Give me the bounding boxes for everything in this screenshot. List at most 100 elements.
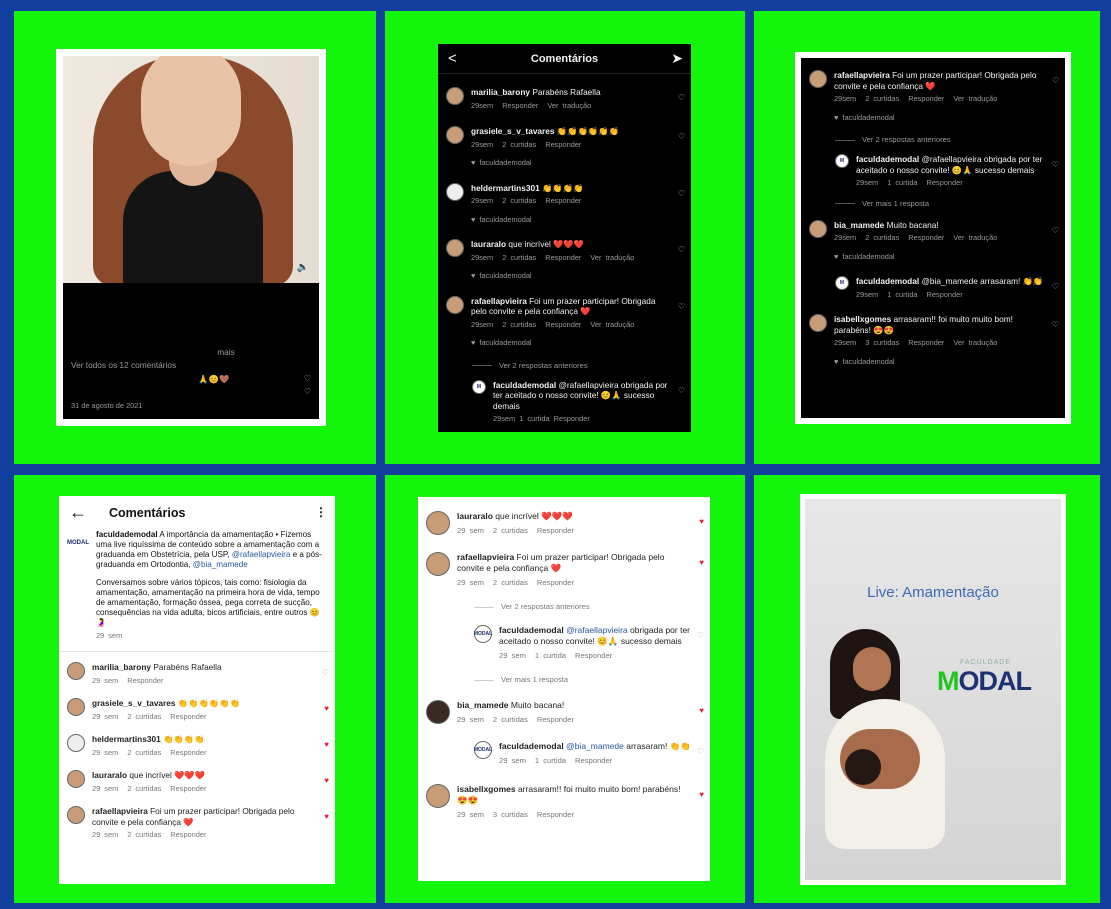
- heart-icon[interactable]: ♡: [322, 668, 329, 677]
- heart-filled-icon[interactable]: ♥: [324, 740, 329, 749]
- heart-icon[interactable]: ♡: [697, 747, 704, 756]
- avatar[interactable]: [809, 70, 827, 88]
- reply-button[interactable]: Responder: [545, 253, 581, 262]
- comment-user[interactable]: rafaellapvieira: [71, 374, 127, 384]
- likes-count[interactable]: 2 curtidas: [865, 233, 899, 242]
- heart-icon[interactable]: ♡: [1052, 320, 1059, 329]
- reply-user[interactable]: faculdademodal: [856, 276, 919, 286]
- avatar[interactable]: [446, 126, 464, 144]
- caption-more-link[interactable]: mais: [215, 347, 235, 357]
- view-previous-replies[interactable]: Ver 2 respostas anteriores: [418, 602, 710, 611]
- reply-button[interactable]: Responder: [927, 290, 963, 299]
- heart-filled-icon[interactable]: ♥: [699, 706, 704, 715]
- likes-count[interactable]: 1 curtida: [535, 756, 566, 765]
- reply-button[interactable]: Responder: [537, 578, 574, 587]
- avatar[interactable]: [809, 314, 827, 332]
- mention-link[interactable]: @bia_mamede: [193, 560, 248, 569]
- reply-button[interactable]: Responder: [170, 712, 206, 721]
- likes-count[interactable]: 2 curtidas: [493, 526, 528, 535]
- likes-count[interactable]: 1 curtida: [887, 178, 917, 187]
- reply-user[interactable]: faculdademodal: [499, 625, 564, 635]
- back-arrow-icon[interactable]: ←: [69, 502, 87, 523]
- comment-user[interactable]: isabellxgomes: [834, 314, 891, 324]
- view-previous-replies[interactable]: Ver 2 respostas anteriores: [801, 135, 1065, 144]
- comment-user[interactable]: bia_mamede: [457, 700, 509, 710]
- reply-button[interactable]: Responder: [908, 94, 944, 103]
- modal-logo-avatar[interactable]: MODAL: [474, 741, 492, 759]
- likes-count[interactable]: 2 curtidas: [493, 578, 528, 587]
- comment-user[interactable]: isabellxgomes: [457, 784, 516, 794]
- reply-button[interactable]: Responder: [545, 320, 581, 329]
- comment-user[interactable]: lauraralo: [457, 511, 493, 521]
- likes-count[interactable]: 1 curtida: [887, 290, 917, 299]
- reply-button[interactable]: Responder: [127, 676, 163, 685]
- like-heart-icon[interactable]: ♡: [71, 291, 84, 304]
- modal-logo-avatar[interactable]: M: [835, 154, 849, 168]
- bookmark-icon[interactable]: ⎔: [299, 291, 311, 304]
- heart-icon[interactable]: ♡: [678, 302, 685, 311]
- modal-logo-avatar[interactable]: M: [835, 276, 849, 290]
- reply-button[interactable]: Responder: [170, 830, 206, 839]
- heart-icon[interactable]: ♡: [678, 386, 685, 395]
- translate-button[interactable]: Ver tradução: [953, 94, 997, 103]
- avatar[interactable]: [446, 182, 464, 201]
- heart-icon[interactable]: ♡: [678, 93, 685, 102]
- heart-filled-icon[interactable]: ♥: [324, 812, 329, 821]
- heart-icon[interactable]: ♡: [1052, 226, 1059, 235]
- heart-filled-icon[interactable]: ♥: [324, 704, 329, 713]
- share-icon[interactable]: ➤: [123, 291, 135, 304]
- likes-count[interactable]: 2 curtidas: [502, 196, 536, 205]
- comment-user[interactable]: grasiele_s_v_tavares: [92, 698, 176, 708]
- heart-filled-icon[interactable]: ♥: [699, 558, 704, 567]
- heart-icon[interactable]: ♡: [678, 245, 685, 254]
- comment-user[interactable]: marilia_barony: [92, 662, 151, 672]
- mention-link[interactable]: @rafaellapvieira: [564, 625, 628, 635]
- heart-icon[interactable]: ♡: [304, 387, 311, 398]
- comment-user[interactable]: rafaellapvieira: [457, 552, 514, 562]
- reply-button[interactable]: Responder: [575, 651, 612, 660]
- avatar[interactable]: [446, 87, 464, 105]
- translate-button[interactable]: Ver tradução: [590, 320, 634, 329]
- avatar[interactable]: [446, 295, 464, 314]
- comment-user[interactable]: heldermartins301: [92, 734, 161, 744]
- reply-button[interactable]: Responder: [908, 338, 944, 347]
- translate-button[interactable]: Ver tradução: [547, 101, 591, 110]
- comment-user[interactable]: rafaellapvieira: [92, 806, 148, 816]
- comment-user[interactable]: bia_mamede: [834, 220, 884, 230]
- modal-logo-avatar[interactable]: MODAL: [474, 625, 492, 643]
- translate-button[interactable]: Ver tradução: [953, 338, 997, 347]
- reply-button[interactable]: Responder: [545, 140, 581, 149]
- heart-filled-icon[interactable]: ♥: [699, 517, 704, 526]
- comment-user[interactable]: rafaellapvieira: [834, 70, 890, 80]
- view-all-comments[interactable]: Ver todos os 12 comentários: [71, 360, 311, 371]
- more-options-icon[interactable]: ⋮: [315, 505, 327, 519]
- translate-button[interactable]: Ver tradução: [953, 233, 997, 242]
- reply-button[interactable]: Responder: [502, 101, 538, 110]
- reply-button[interactable]: Responder: [537, 810, 574, 819]
- live-video[interactable]: 🔈: [63, 56, 319, 283]
- avatar[interactable]: [426, 784, 450, 808]
- view-more-replies[interactable]: Ver mais 1 resposta: [418, 675, 710, 684]
- view-more-replies[interactable]: Ver mais 1 resposta: [801, 199, 1065, 208]
- likes-count[interactable]: 2 curtidas: [502, 140, 536, 149]
- volume-icon[interactable]: 🔈: [297, 262, 309, 273]
- caption-author[interactable]: faculdademodal: [96, 530, 158, 539]
- avatar[interactable]: [67, 698, 85, 716]
- likes-count[interactable]: 2 curtidas: [493, 715, 528, 724]
- mention-link[interactable]: @rafaellapvieira: [232, 550, 291, 559]
- send-icon[interactable]: ➤: [671, 50, 683, 67]
- reply-button[interactable]: Responder: [927, 178, 963, 187]
- reply-user[interactable]: faculdademodal: [493, 380, 556, 390]
- heart-icon[interactable]: ♡: [1052, 76, 1059, 85]
- heart-icon[interactable]: ♡: [678, 132, 685, 141]
- heart-icon[interactable]: ♡: [697, 631, 704, 640]
- likes-count[interactable]: 2 curtidas: [502, 253, 536, 262]
- comment-user[interactable]: rafaellapvieira: [471, 296, 527, 306]
- likes-count[interactable]: 2 curtidas: [865, 94, 899, 103]
- avatar[interactable]: [809, 219, 827, 238]
- translate-link[interactable]: · Ver tradução: [143, 401, 191, 410]
- likes-count[interactable]: 2 curtidas: [127, 830, 161, 839]
- reply-button[interactable]: Responder: [170, 748, 206, 757]
- avatar[interactable]: [67, 662, 85, 680]
- reply-button[interactable]: Responder: [537, 715, 574, 724]
